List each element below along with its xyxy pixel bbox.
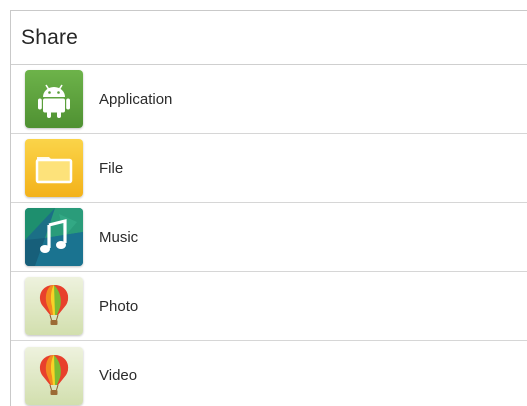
share-option-music[interactable]: Music [11,203,527,272]
share-dialog: Share Application File Music Photo Video [10,10,527,406]
android-icon [25,70,83,128]
share-option-photo[interactable]: Photo [11,272,527,341]
share-option-label: Application [99,90,173,108]
share-option-video[interactable]: Video [11,341,527,406]
dialog-title: Share [21,25,79,49]
hot-air-balloon-icon [25,277,83,335]
music-note-icon [25,208,83,266]
share-option-label: Video [99,367,138,384]
share-option-label: Music [99,228,139,246]
share-option-application[interactable]: Application [11,65,527,134]
dialog-header: Share [11,11,527,65]
folder-icon [25,139,83,197]
hot-air-balloon-icon [25,346,83,405]
share-option-label: File [99,159,124,177]
share-option-file[interactable]: File [11,134,527,203]
share-option-label: Photo [99,297,139,315]
